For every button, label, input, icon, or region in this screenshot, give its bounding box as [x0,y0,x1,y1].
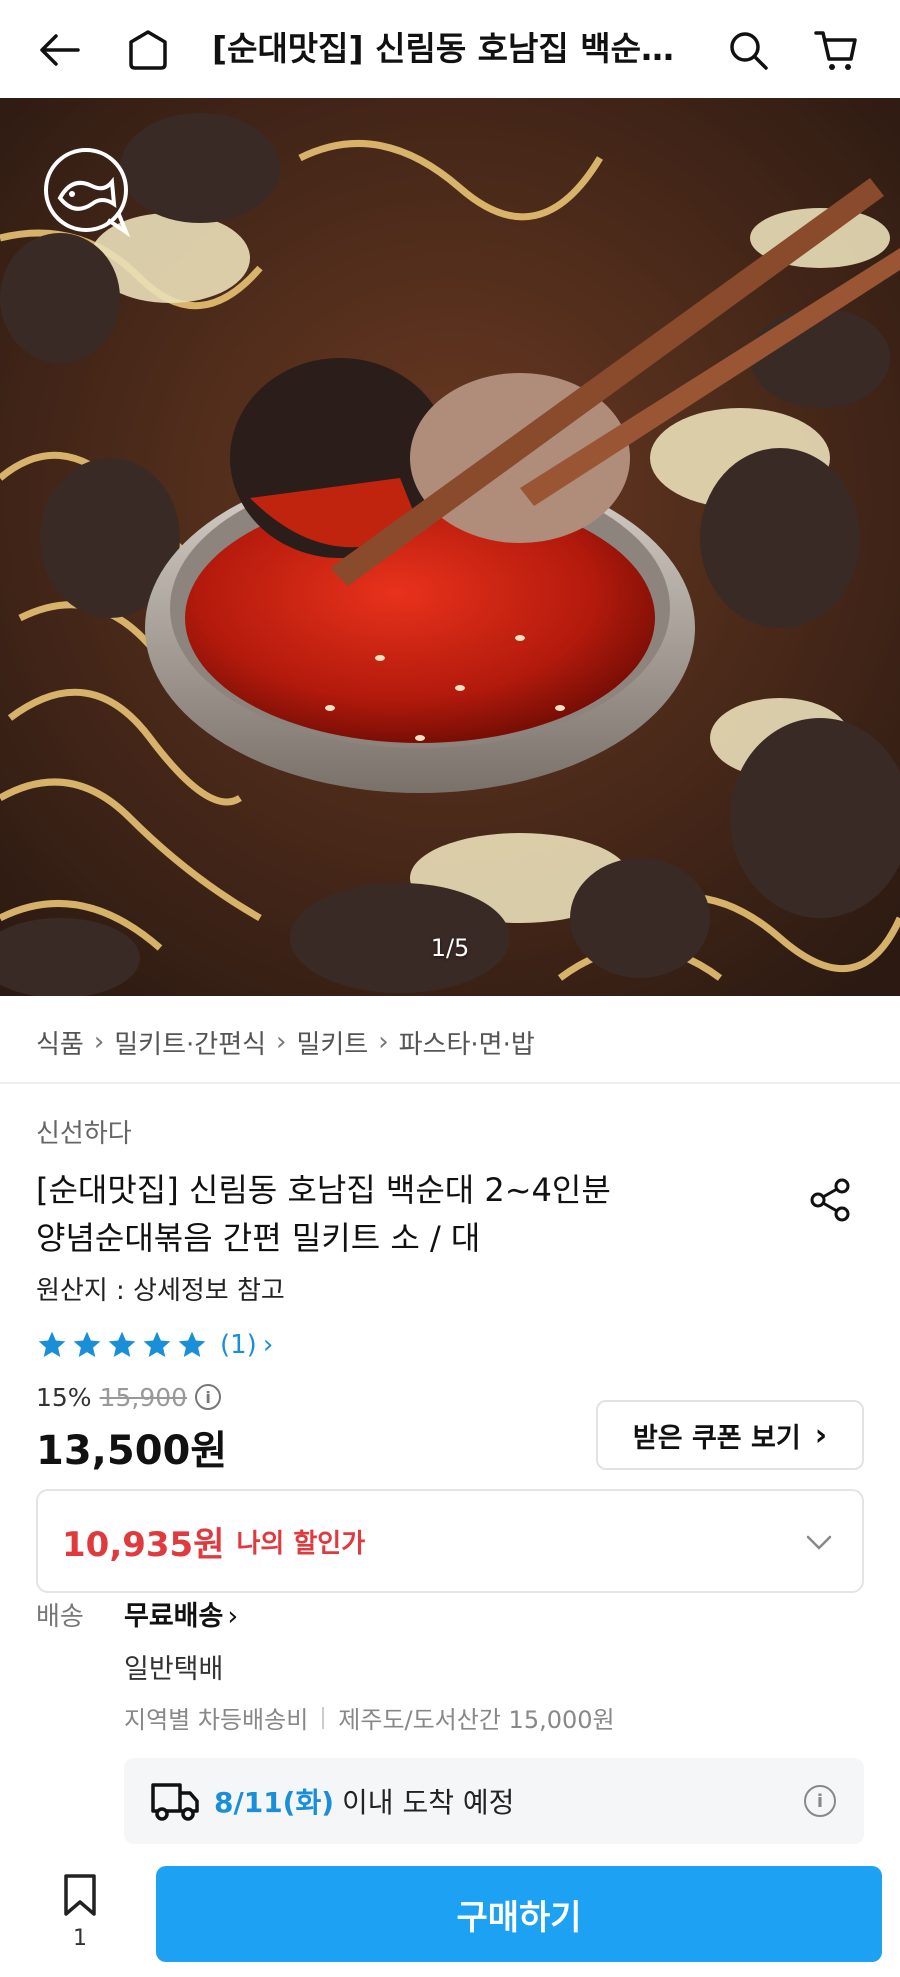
product-title: [순대맛집] 신림동 호남집 백순대 2~4인분 양념순대볶음 간편 밀키트 소… [36,1166,796,1262]
view-coupons-button[interactable]: 받은 쿠폰 보기 › [596,1400,864,1470]
review-count[interactable]: (1) [220,1330,257,1360]
image-counter: 1/5 [430,934,470,962]
regional-fee-label: 지역별 차등배송비 [124,1706,309,1734]
my-discount-label: 나의 할인가 [236,1528,366,1559]
breadcrumb: 식품 › 밀키트·간편식 › 밀키트 › 파스타·면·밥 [36,1022,535,1062]
free-shipping-link[interactable]: 무료배송 › [124,1594,238,1633]
discount-info: 15% 15,900 i [36,1380,222,1414]
origin-info: 원산지 : 상세정보 참고 [36,1276,285,1306]
product-title-line-1: [순대맛집] 신림동 호남집 백순대 2~4인분 [36,1171,611,1209]
section-divider [0,1082,900,1084]
divider [322,1706,325,1729]
info-icon[interactable]: i [195,1384,222,1410]
chevron-down-icon [806,1535,832,1550]
my-discount-price-dropdown[interactable]: 10,935원 나의 할인가 [36,1489,864,1593]
breadcrumb-item[interactable]: 파스타·면·밥 [399,1024,535,1061]
chevron-right-icon: › [93,1027,105,1057]
bookmark-icon [64,1874,96,1916]
product-photo [0,98,900,996]
rating-summary[interactable]: (1) › [36,1325,273,1365]
island-fee-label: 제주도/도서산간 15,000원 [338,1706,615,1734]
star-icon [73,1331,101,1357]
chevron-right-icon: › [262,1330,274,1360]
cart-icon[interactable] [810,24,862,76]
share-icon[interactable] [806,1175,856,1225]
estimated-arrival-box: 8/11(화) 이내 도착 예정 i [124,1758,864,1844]
home-icon[interactable] [122,24,174,76]
chevron-right-icon: › [276,1027,287,1057]
breadcrumb-item[interactable]: 식품 [36,1024,84,1061]
shipping-label: 배송 [36,1602,84,1632]
sale-price: 13,500원 [36,1428,228,1474]
product-image-carousel[interactable]: 1/5 [0,98,900,996]
chevron-right-icon: › [227,1601,239,1632]
chevron-right-icon: › [814,1417,828,1453]
arrival-text: 이내 도착 예정 [342,1786,515,1819]
bookmark-button[interactable]: 1 [54,1872,106,1968]
my-discount-amount: 10,935원 [62,1524,225,1565]
info-icon[interactable]: i [804,1785,836,1817]
search-icon[interactable] [722,24,774,76]
star-icon [38,1331,66,1357]
back-arrow-icon[interactable] [34,24,86,76]
arrival-date: 8/11(화) [214,1786,335,1819]
page-title: [순대맛집] 신림동 호남집 백순… [212,29,674,68]
top-app-bar: [순대맛집] 신림동 호남집 백순… [0,0,900,98]
chevron-right-icon: › [378,1027,389,1057]
truck-icon [151,1783,199,1821]
breadcrumb-item[interactable]: 밀키트 [296,1024,368,1061]
star-icon [143,1331,171,1357]
buy-button[interactable]: 구매하기 [156,1866,882,1962]
shipping-fee-info: 지역별 차등배송비 제주도/도서산간 15,000원 [124,1700,615,1735]
breadcrumb-item[interactable]: 밀키트·간편식 [114,1024,266,1061]
product-title-line-2: 양념순대볶음 간편 밀키트 소 / 대 [36,1219,481,1257]
star-rating [36,1329,208,1361]
free-shipping-label: 무료배송 [124,1601,224,1632]
bookmark-count: 1 [73,1926,87,1951]
discount-percent: 15% [36,1382,92,1412]
star-icon [108,1331,136,1357]
brand-logo-icon [42,146,134,238]
shipping-type: 일반택배 [124,1654,224,1685]
coupon-button-label: 받은 쿠폰 보기 [632,1422,801,1454]
star-icon [178,1331,206,1357]
original-price: 15,900 [99,1382,188,1412]
brand-name[interactable]: 신선하다 [36,1113,132,1150]
bottom-action-bar: 1 구매하기 [0,1850,900,1977]
